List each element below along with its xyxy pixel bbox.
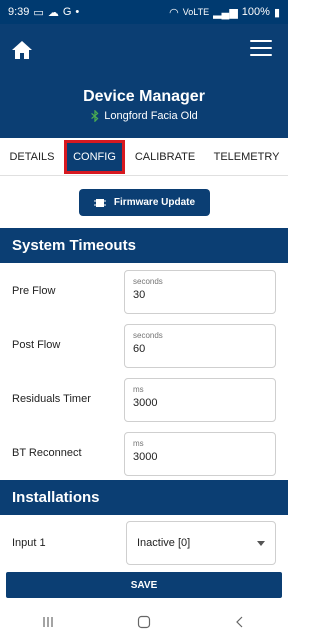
signal-icon: ▂▄▆: [213, 6, 238, 19]
residuals-timer-field[interactable]: ms 3000: [124, 378, 276, 422]
status-time: 9:39: [8, 6, 30, 18]
chip-icon: [93, 198, 106, 207]
residuals-timer-label: Residuals Timer: [12, 393, 91, 405]
pre-flow-field[interactable]: seconds 30: [124, 270, 276, 314]
gallery-icon: ▭: [33, 6, 44, 19]
wifi-icon: ◠: [169, 6, 179, 19]
firmware-update-button[interactable]: Firmware Update: [79, 189, 210, 216]
tab-details[interactable]: DETAILS: [0, 138, 64, 176]
input1-value: Inactive [0]: [137, 537, 191, 549]
dot-icon: •: [75, 6, 80, 18]
bt-reconnect-field[interactable]: ms 3000: [124, 432, 276, 476]
device-subtitle: Longford Facia Old: [0, 110, 288, 122]
tab-config[interactable]: CONFIG: [64, 139, 125, 174]
recents-icon[interactable]: [41, 615, 55, 629]
section-system-timeouts: System Timeouts: [0, 228, 288, 263]
post-flow-label: Post Flow: [12, 339, 61, 351]
post-flow-value: 60: [133, 343, 146, 355]
pre-flow-value: 30: [133, 289, 146, 301]
app-header: Device Manager Longford Facia Old: [0, 24, 288, 138]
tab-telemetry[interactable]: TELEMETRY: [205, 138, 288, 176]
firmware-update-label: Firmware Update: [113, 197, 196, 208]
residuals-timer-value: 3000: [133, 397, 158, 409]
save-button[interactable]: SAVE: [6, 572, 282, 598]
system-nav-bar: [0, 604, 288, 640]
pre-flow-label: Pre Flow: [12, 285, 56, 297]
status-bar: 9:39 ▭ ☁ G • ◠ VoLTE ▂▄▆ 100% ▮: [0, 0, 288, 24]
bt-reconnect-value: 3000: [133, 451, 158, 463]
back-icon[interactable]: [233, 615, 247, 629]
home-button[interactable]: [10, 38, 34, 62]
home-nav-icon[interactable]: [137, 615, 151, 629]
menu-button[interactable]: [250, 40, 272, 58]
dropdown-arrow-icon: [257, 540, 265, 546]
menu-line: [250, 47, 272, 49]
home-icon: [12, 41, 32, 59]
bt-reconnect-unit: ms: [133, 439, 144, 448]
post-flow-field[interactable]: seconds 60: [124, 324, 276, 368]
battery-percent: 100%: [241, 6, 270, 18]
cloud-icon: ☁: [47, 6, 59, 19]
menu-line: [250, 54, 272, 56]
network-label: VoLTE: [182, 7, 210, 17]
menu-line: [250, 40, 272, 42]
tab-bar: DETAILS CONFIG CALIBRATE TELEMETRY: [0, 138, 288, 176]
device-name: Longford Facia Old: [104, 110, 198, 122]
residuals-timer-unit: ms: [133, 385, 144, 394]
input1-label: Input 1: [12, 537, 46, 549]
post-flow-unit: seconds: [133, 331, 163, 340]
pre-flow-unit: seconds: [133, 277, 163, 286]
bluetooth-icon: [91, 110, 99, 122]
tab-calibrate[interactable]: CALIBRATE: [125, 138, 205, 176]
section-installations: Installations: [0, 480, 288, 515]
page-title: Device Manager: [83, 88, 205, 105]
bt-reconnect-label: BT Reconnect: [12, 447, 82, 459]
battery-icon: ▮: [273, 6, 280, 19]
input1-select[interactable]: Inactive [0]: [126, 521, 276, 565]
google-icon: G: [62, 6, 72, 18]
